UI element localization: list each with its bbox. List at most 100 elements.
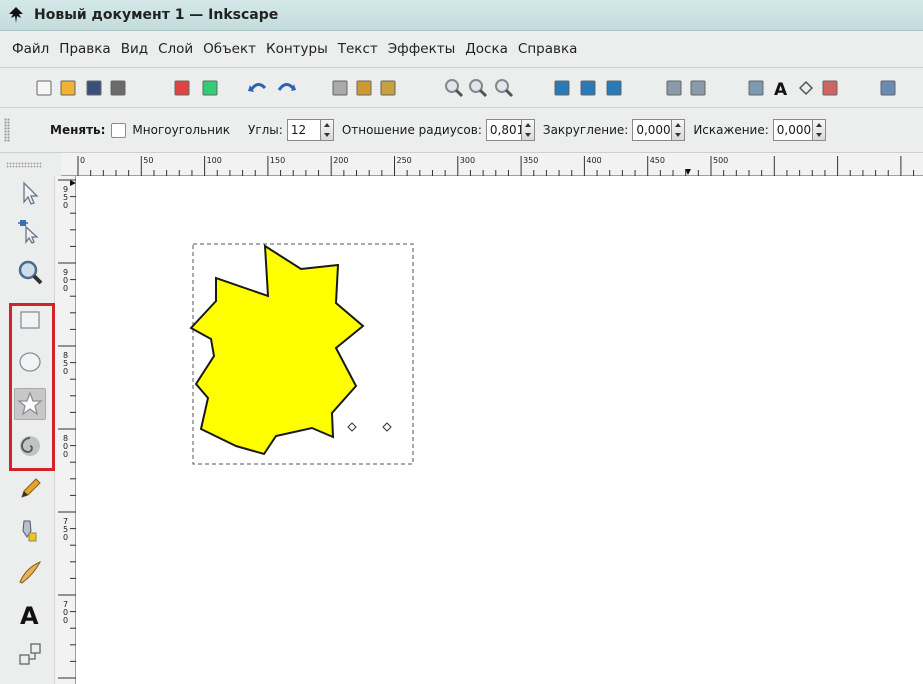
rounding-spinbox[interactable]: 0,000 [632, 119, 686, 141]
menu-3[interactable]: Слой [158, 41, 193, 57]
rounding-spin-buttons[interactable] [672, 119, 686, 141]
spiral-icon [20, 436, 40, 456]
menu-8[interactable]: Доска [465, 41, 508, 57]
ratio-spinbox[interactable]: 0,801 [485, 119, 535, 141]
ruler-label: 300 [460, 156, 475, 165]
xml-editor-icon[interactable] [796, 78, 816, 98]
zoom-selection-icon[interactable] [444, 78, 464, 98]
new-document-icon[interactable] [34, 78, 54, 98]
toolbar-grip[interactable] [4, 118, 10, 142]
star-corner-handle[interactable] [382, 422, 392, 432]
pen-tool[interactable] [14, 515, 46, 547]
save-icon[interactable] [84, 78, 104, 98]
menu-bar: Файл Правка Вид Слой Объект Контуры Текст Эффек… [0, 31, 923, 68]
ruler-label: 450 [650, 156, 665, 165]
cut-icon[interactable] [354, 78, 374, 98]
star-shape[interactable] [189, 244, 365, 456]
corners-field[interactable]: 12 [286, 119, 321, 141]
horizontal-ruler-scale: 0 50 100 150 200 250 300 350 400 450 500 [77, 156, 915, 176]
zoom-page-icon[interactable] [494, 78, 514, 98]
commands-toolbar: A [0, 68, 923, 108]
corners-spin-buttons[interactable] [320, 119, 334, 141]
menu-1[interactable]: Правка [59, 41, 110, 57]
vertical-ruler[interactable]: 950900850800750700650 [55, 176, 76, 684]
selector-tool[interactable] [14, 178, 46, 210]
ruler-label: 900 [63, 268, 68, 293]
align-icon[interactable] [820, 78, 840, 98]
vertical-ruler-scale: 950900850800750700650 [58, 179, 76, 684]
undo-icon[interactable] [248, 78, 268, 98]
fill-stroke-icon[interactable] [746, 78, 766, 98]
menu-2[interactable]: Вид [121, 41, 148, 57]
menu-0[interactable]: Файл [12, 41, 49, 57]
canvas-surface[interactable] [76, 176, 923, 684]
ratio-field[interactable]: 0,801 [485, 119, 522, 141]
ruler-label: 100 [207, 156, 222, 165]
rounding-label: Закругление: [542, 123, 629, 137]
randomize-spin-buttons[interactable] [812, 119, 826, 141]
ruler-label: 350 [523, 156, 538, 165]
polygon-checkbox[interactable] [111, 122, 127, 138]
rounding-field[interactable]: 0,000 [632, 119, 673, 141]
paste-icon[interactable] [378, 78, 398, 98]
zoom-tool[interactable] [14, 256, 46, 288]
rectangle-tool[interactable] [14, 304, 46, 336]
ratio-spin-buttons[interactable] [521, 119, 535, 141]
connector-tool[interactable] [14, 638, 46, 670]
clone-icon[interactable] [578, 78, 598, 98]
preferences-icon[interactable] [878, 78, 898, 98]
randomize-spinbox[interactable]: 0,000 [772, 119, 826, 141]
duplicate-icon[interactable] [552, 78, 572, 98]
ruler-label: 250 [397, 156, 412, 165]
spiral-tool[interactable] [14, 430, 46, 462]
ruler-label: 800 [63, 434, 68, 459]
menu-4[interactable]: Объект [203, 41, 256, 57]
calligraphy-tool[interactable] [14, 556, 46, 588]
pencil-icon [21, 478, 41, 498]
svg-text:A: A [20, 602, 39, 627]
star-icon [17, 391, 43, 416]
ruler-label: 400 [586, 156, 601, 165]
menu-7[interactable]: Эффекты [388, 41, 456, 57]
corner-grip [6, 162, 42, 168]
toolbox: A [0, 176, 55, 684]
svg-text:A: A [774, 80, 788, 98]
ruler-label: 0 [80, 156, 85, 165]
ruler-label: 850 [63, 351, 68, 376]
ellipse-tool[interactable] [14, 346, 46, 378]
calligraphy-icon [19, 561, 42, 584]
export-icon[interactable] [200, 78, 220, 98]
randomize-label: Искажение: [693, 123, 769, 137]
zoom-drawing-icon[interactable] [468, 78, 488, 98]
redo-icon[interactable] [276, 78, 296, 98]
rectangle-icon [20, 311, 40, 329]
menu-9[interactable]: Справка [518, 41, 577, 57]
star-ratio-handle[interactable] [347, 422, 357, 432]
polygon-label: Многоугольник [132, 123, 230, 137]
horizontal-ruler[interactable]: 0 50 100 150 200 250 300 350 400 450 500 [61, 153, 923, 176]
unlink-clone-icon[interactable] [604, 78, 624, 98]
text-tool[interactable]: A [14, 597, 46, 629]
group-icon[interactable] [664, 78, 684, 98]
import-icon[interactable] [172, 78, 192, 98]
text-font-icon[interactable]: A [770, 78, 790, 100]
magnifier-icon [18, 260, 43, 285]
randomize-field[interactable]: 0,000 [772, 119, 813, 141]
change-label: Менять: [50, 123, 106, 137]
menu-6[interactable]: Текст [338, 41, 378, 57]
node-tool[interactable] [14, 215, 46, 247]
open-icon[interactable] [58, 78, 78, 98]
corners-spinbox[interactable]: 12 [286, 119, 334, 141]
ruler-label: 200 [333, 156, 348, 165]
menu-5[interactable]: Контуры [266, 41, 328, 57]
connector-icon [19, 643, 41, 665]
ungroup-icon[interactable] [688, 78, 708, 98]
print-icon[interactable] [108, 78, 128, 98]
drawing-canvas[interactable] [76, 176, 923, 684]
pencil-tool[interactable] [14, 473, 46, 505]
copy-icon[interactable] [330, 78, 350, 98]
star-tool[interactable] [14, 388, 46, 420]
ruler-label: 50 [143, 156, 153, 165]
text-icon: A [20, 602, 39, 627]
title-bar: Новый документ 1 — Inkscape [0, 0, 923, 31]
